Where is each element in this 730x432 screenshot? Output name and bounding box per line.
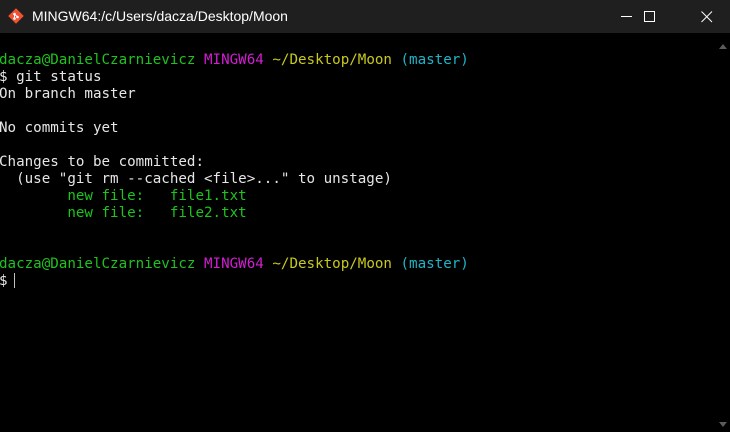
output-changes-header: Changes to be committed:: [0, 154, 204, 170]
prompt-line: dacza@DanielCzarnievicz MINGW64 ~/Deskto…: [0, 256, 469, 273]
scroll-up-icon[interactable]: [718, 39, 728, 49]
prompt-user: dacza@DanielCzarnievicz: [0, 256, 196, 272]
title-bar[interactable]: MINGW64:/c/Users/dacza/Desktop/Moon: [0, 0, 730, 33]
close-button[interactable]: [684, 0, 730, 33]
prompt-user: dacza@DanielCzarnievicz: [0, 52, 196, 68]
terminal-output[interactable]: dacza@DanielCzarnievicz MINGW64 ~/Deskto…: [0, 33, 716, 432]
prompt-path: ~/Desktop/Moon: [272, 256, 392, 272]
output-on-branch: On branch master: [0, 86, 136, 102]
prompt-branch: (master): [400, 256, 469, 272]
input-prompt: $: [0, 273, 8, 289]
window-title: MINGW64:/c/Users/dacza/Desktop/Moon: [32, 8, 288, 24]
command-line: $ git status: [0, 69, 102, 85]
terminal-window: MINGW64:/c/Users/dacza/Desktop/Moon dacz…: [0, 0, 730, 432]
text-cursor: [13, 273, 15, 288]
maximize-button[interactable]: [627, 0, 673, 33]
output-staged-file: new file: file1.txt: [0, 188, 247, 204]
git-bash-icon: [8, 8, 24, 24]
prompt-host: MINGW64: [204, 52, 264, 68]
output-no-commits: No commits yet: [0, 120, 119, 136]
output-staged-file: new file: file2.txt: [0, 205, 247, 221]
output-hint: (use "git rm --cached <file>..." to unst…: [0, 171, 392, 187]
prompt-host: MINGW64: [204, 256, 264, 272]
scrollbar[interactable]: [716, 33, 730, 432]
prompt-branch: (master): [400, 52, 469, 68]
input-line[interactable]: $: [0, 273, 15, 290]
scroll-down-icon[interactable]: [718, 416, 728, 427]
prompt-path: ~/Desktop/Moon: [272, 52, 392, 68]
prompt-line: dacza@DanielCzarnievicz MINGW64 ~/Deskto…: [0, 52, 469, 69]
